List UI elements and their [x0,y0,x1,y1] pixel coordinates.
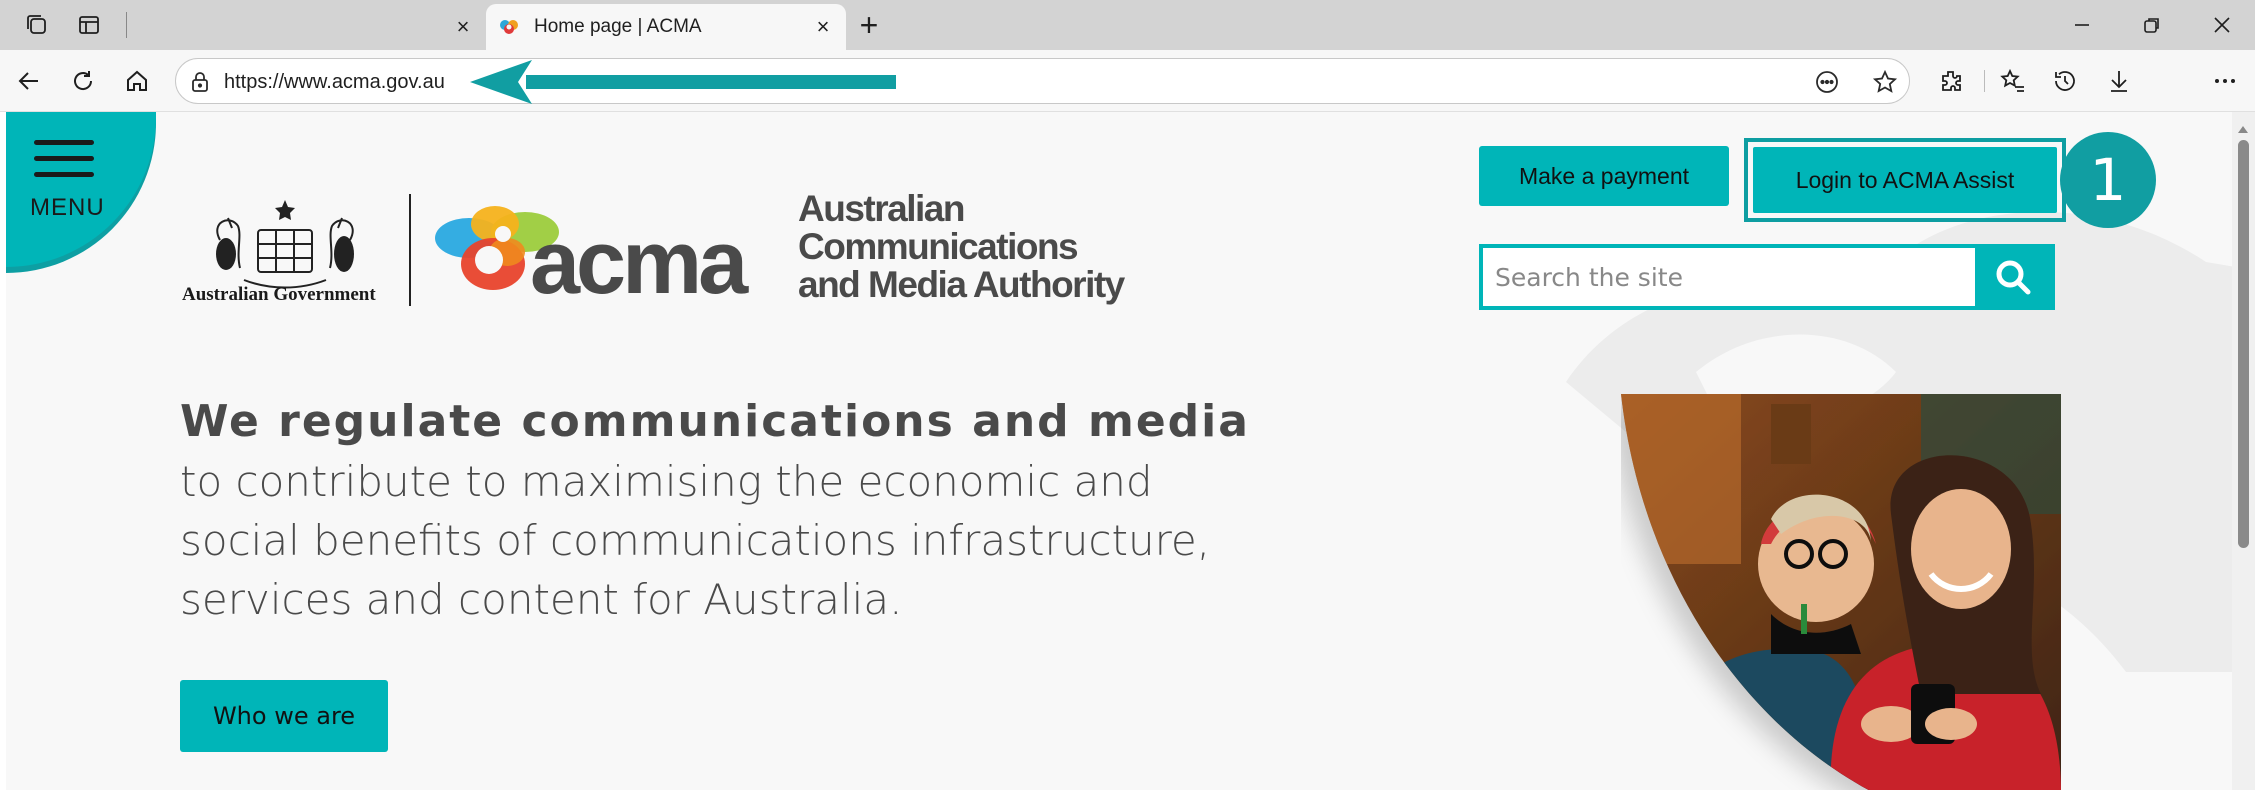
browser-toolbar: https://www.acma.gov.au [0,50,2255,112]
history-icon[interactable] [2048,64,2082,98]
acma-full-name: Australian Communications and Media Auth… [798,188,1125,305]
downloads-icon[interactable] [2102,64,2136,98]
menu-button[interactable]: MENU [6,112,156,267]
search-box [1479,244,2055,310]
home-icon[interactable] [120,64,154,98]
scroll-up-arrow-icon[interactable] [2238,126,2248,133]
tab-home-page[interactable]: Home page | ACMA × [486,4,846,50]
extensions-icon[interactable] [1934,64,1968,98]
url-text[interactable]: https://www.acma.gov.au [224,71,445,94]
workspaces-icon[interactable] [20,8,54,42]
hero-description: to contribute to maximising the economic… [180,452,1380,629]
more-tools-icon[interactable] [1812,67,1842,97]
page-scrollbar[interactable] [2232,112,2255,790]
browser-tab-bar: × Home page | ACMA × + [0,0,2255,50]
back-arrow-icon[interactable] [12,64,46,98]
tab-title: Home page | ACMA [534,16,702,37]
hero-heading: We regulate communications and media [180,396,1250,447]
hamburger-icon [34,140,94,188]
tab-close-icon[interactable]: × [808,12,838,42]
hero-line: social benefits of communications infras… [180,516,1211,565]
restore-icon[interactable] [2122,6,2182,44]
search-button[interactable] [1975,248,2051,306]
vertical-tabs-icon[interactable] [72,8,106,42]
hero-line: to contribute to maximising the economic… [180,457,1153,506]
logo-divider [409,194,411,306]
acma-name-line: Australian [798,188,965,229]
toolbar-divider [1984,70,1985,92]
tab-close-icon[interactable]: × [448,12,478,42]
favorite-star-icon[interactable] [1870,67,1900,97]
new-tab-button[interactable]: + [852,7,886,43]
login-acma-assist-button[interactable]: Login to ACMA Assist [1753,147,2057,213]
make-payment-button[interactable]: Make a payment [1479,146,1729,206]
australian-government-label: Australian Government [182,284,376,305]
hero-line: services and content for Australia. [180,575,903,624]
acma-wordmark[interactable]: acma [530,218,748,308]
who-we-are-button[interactable]: Who we are [180,680,388,752]
acma-name-line: and Media Authority [798,264,1125,305]
address-bar[interactable]: https://www.acma.gov.au [175,58,1910,104]
step-number-badge: 1 [2060,132,2156,228]
acma-name-line: Communications [798,226,1079,267]
page-viewport: MENU Australian Government acma Australi… [6,112,2232,790]
settings-more-icon[interactable] [2208,64,2242,98]
scroll-thumb[interactable] [2238,140,2249,548]
search-input[interactable] [1483,248,1977,306]
tab-inactive[interactable]: × [134,4,484,50]
hero-photo [1621,394,2061,790]
annotation-arrow-icon [470,60,896,104]
acma-favicon-icon [500,20,518,34]
menu-label: MENU [30,194,105,221]
minimize-icon[interactable] [2052,6,2112,44]
lock-icon[interactable] [190,71,210,93]
search-icon [1996,260,2031,295]
tab-divider [126,12,127,38]
close-window-icon[interactable] [2192,6,2252,44]
refresh-icon[interactable] [66,64,100,98]
favorites-icon[interactable] [1996,64,2030,98]
